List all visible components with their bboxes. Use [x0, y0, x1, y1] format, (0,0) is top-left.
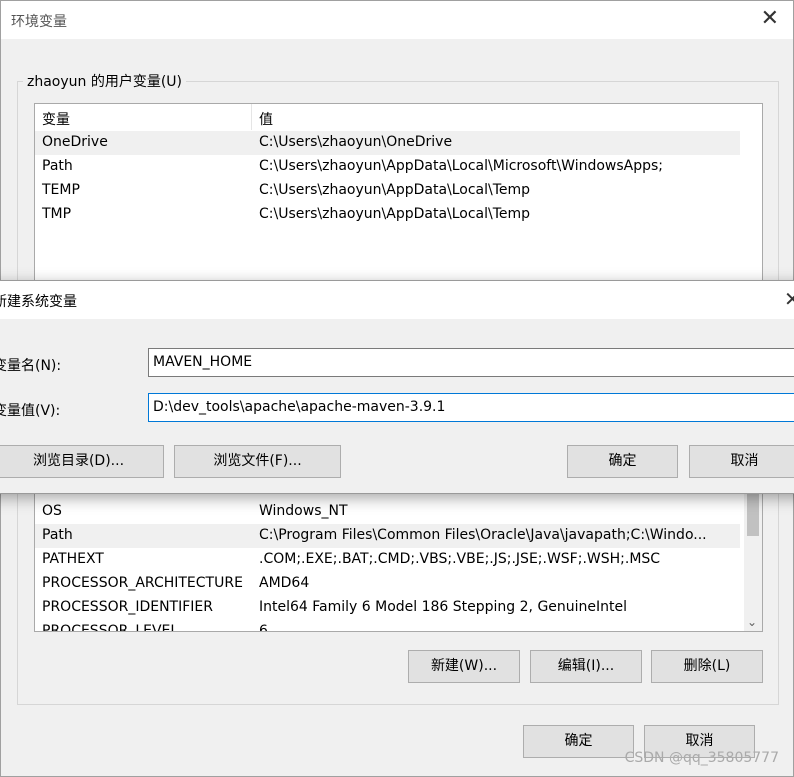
variable-value: Windows_NT: [259, 503, 348, 519]
column-header-variable[interactable]: 变量: [42, 109, 70, 129]
variable-name: OneDrive: [42, 134, 108, 150]
variable-name: OS: [42, 503, 62, 519]
variable-value: Intel64 Family 6 Model 186 Stepping 2, G…: [259, 599, 628, 615]
variable-value: AMD64: [259, 575, 310, 591]
system-list-row[interactable]: Path C:\Program Files\Common Files\Oracl…: [35, 524, 740, 548]
user-list-row[interactable]: TMP C:\Users\zhaoyun\AppData\Local\Temp: [35, 203, 762, 227]
env-window-title: 环境变量: [11, 14, 67, 30]
browse-file-button[interactable]: 浏览文件(F)...: [174, 445, 341, 478]
variable-name: PATHEXT: [42, 551, 104, 567]
variable-name: Path: [42, 158, 73, 174]
dialog-ok-button[interactable]: 确定: [567, 445, 678, 478]
variable-value: C:\Program Files\Common Files\Oracle\Jav…: [259, 527, 707, 543]
system-list-row[interactable]: OS Windows_NT: [35, 500, 740, 524]
close-icon[interactable]: ✕: [761, 7, 779, 31]
user-list-row[interactable]: TEMP C:\Users\zhaoyun\AppData\Local\Temp: [35, 179, 762, 203]
system-variables-list[interactable]: OS Windows_NT Path C:\Program Files\Comm…: [34, 489, 763, 632]
variable-name: PROCESSOR_IDENTIFIER: [42, 599, 213, 615]
system-list-row[interactable]: PROCESSOR_IDENTIFIER Intel64 Family 6 Mo…: [35, 596, 740, 620]
chevron-down-icon[interactable]: ⌄: [747, 615, 757, 629]
variable-name: PROCESSOR_ARCHITECTURE: [42, 575, 243, 591]
variable-name: PROCESSOR_LEVEL: [42, 623, 179, 632]
user-list-header: 变量 值: [35, 104, 762, 130]
variable-value-field[interactable]: D:\dev_tools\apache\apache-maven-3.9.1: [148, 393, 794, 422]
scrollbar-thumb[interactable]: [747, 492, 759, 536]
new-system-variable-dialog: 新建系统变量 ✕ 变量名(N): MAVEN_HOME 变量值(V): D:\d…: [0, 280, 794, 494]
variable-value: C:\Users\zhaoyun\OneDrive: [259, 134, 453, 150]
variable-name-field[interactable]: MAVEN_HOME: [148, 348, 794, 377]
system-list-row[interactable]: PATHEXT .COM;.EXE;.BAT;.CMD;.VBS;.VBE;.J…: [35, 548, 740, 572]
column-divider[interactable]: [251, 104, 252, 130]
variable-name: TMP: [42, 206, 72, 222]
user-variables-group-title: zhaoyun 的用户变量(U): [23, 71, 187, 91]
user-list-row[interactable]: Path C:\Users\zhaoyun\AppData\Local\Micr…: [35, 155, 762, 179]
user-variables-list[interactable]: 变量 值 OneDrive C:\Users\zhaoyun\OneDrive …: [34, 103, 763, 288]
system-list-row[interactable]: PROCESSOR_LEVEL 6: [35, 620, 740, 632]
variable-name-label: 变量名(N):: [0, 358, 62, 374]
column-header-value[interactable]: 值: [259, 109, 273, 129]
dialog-titlebar: 新建系统变量 ✕: [0, 281, 794, 319]
variable-name: Path: [42, 527, 73, 543]
variable-value: .COM;.EXE;.BAT;.CMD;.VBS;.VBE;.JS;.JSE;.…: [259, 551, 661, 567]
variable-value: C:\Users\zhaoyun\AppData\Local\Temp: [259, 182, 531, 198]
close-icon[interactable]: ✕: [784, 287, 794, 311]
new-variable-button[interactable]: 新建(W)...: [408, 650, 520, 683]
variable-value: C:\Users\zhaoyun\AppData\Local\Microsoft…: [259, 158, 664, 174]
watermark: CSDN @qq_35805777: [624, 750, 779, 766]
user-list-row[interactable]: OneDrive C:\Users\zhaoyun\OneDrive: [35, 131, 740, 155]
delete-variable-button[interactable]: 删除(L): [651, 650, 763, 683]
browse-directory-button[interactable]: 浏览目录(D)...: [0, 445, 164, 478]
edit-variable-button[interactable]: 编辑(I)...: [530, 650, 642, 683]
variable-value-label: 变量值(V):: [0, 403, 61, 419]
system-list-row[interactable]: PROCESSOR_ARCHITECTURE AMD64: [35, 572, 740, 596]
variable-value: 6: [259, 623, 268, 632]
dialog-cancel-button[interactable]: 取消: [689, 445, 794, 478]
vertical-scrollbar[interactable]: ⌄: [744, 490, 762, 631]
dialog-title: 新建系统变量: [0, 294, 77, 310]
variable-value: C:\Users\zhaoyun\AppData\Local\Temp: [259, 206, 531, 222]
env-window-titlebar: 环境变量 ✕: [1, 1, 793, 39]
ok-button[interactable]: 确定: [523, 725, 634, 758]
variable-name: TEMP: [42, 182, 80, 198]
